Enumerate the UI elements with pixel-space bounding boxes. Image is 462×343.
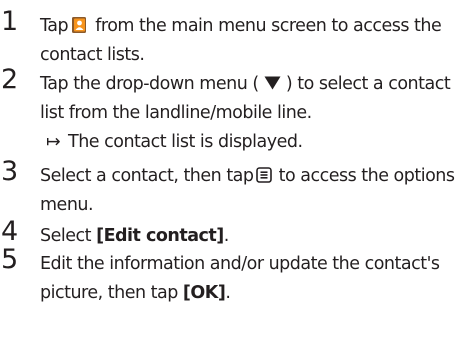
- step-text: Tap the drop-down menu ( ) to select a c…: [40, 70, 460, 157]
- step-number: 3: [1, 156, 19, 187]
- step-text-pre: Tap the drop-down menu (: [40, 74, 259, 94]
- triangle-down-icon: [264, 76, 281, 90]
- step-number: 2: [1, 64, 19, 95]
- step-result-text: The contact list is displayed.: [68, 132, 303, 152]
- step-result: ↦ The contact list is displayed.: [40, 128, 460, 157]
- step-text-pre: Select a contact, then tap: [40, 166, 254, 186]
- step-number: 5: [1, 244, 19, 275]
- edit-contact-option: [Edit contact]: [96, 226, 224, 246]
- step-text: Select a contact, then tap to access the…: [40, 162, 460, 220]
- step-text-post: .: [223, 226, 230, 246]
- contacts-book-icon: [72, 17, 87, 33]
- step-text-post: .: [225, 283, 231, 303]
- step-text-pre: Tap: [40, 16, 69, 36]
- ok-option: [OK]: [182, 283, 226, 303]
- step-text-pre: Edit the information and/or update the c…: [40, 254, 440, 303]
- step-text: Edit the information and/or update the c…: [40, 250, 460, 308]
- step-number: 1: [1, 6, 19, 37]
- step-text-pre: Select: [40, 226, 92, 246]
- step-number: 4: [1, 216, 19, 247]
- right-arrow-icon: ↦: [46, 132, 61, 152]
- step-text: Tap from the main menu screen to access …: [40, 12, 460, 70]
- instruction-steps: 1 Tap from the main menu screen to acces…: [0, 0, 462, 343]
- options-menu-icon: [255, 167, 272, 183]
- step-text: Select [Edit contact].: [40, 222, 460, 251]
- step-text-post: from the main menu screen to access the …: [40, 16, 442, 65]
